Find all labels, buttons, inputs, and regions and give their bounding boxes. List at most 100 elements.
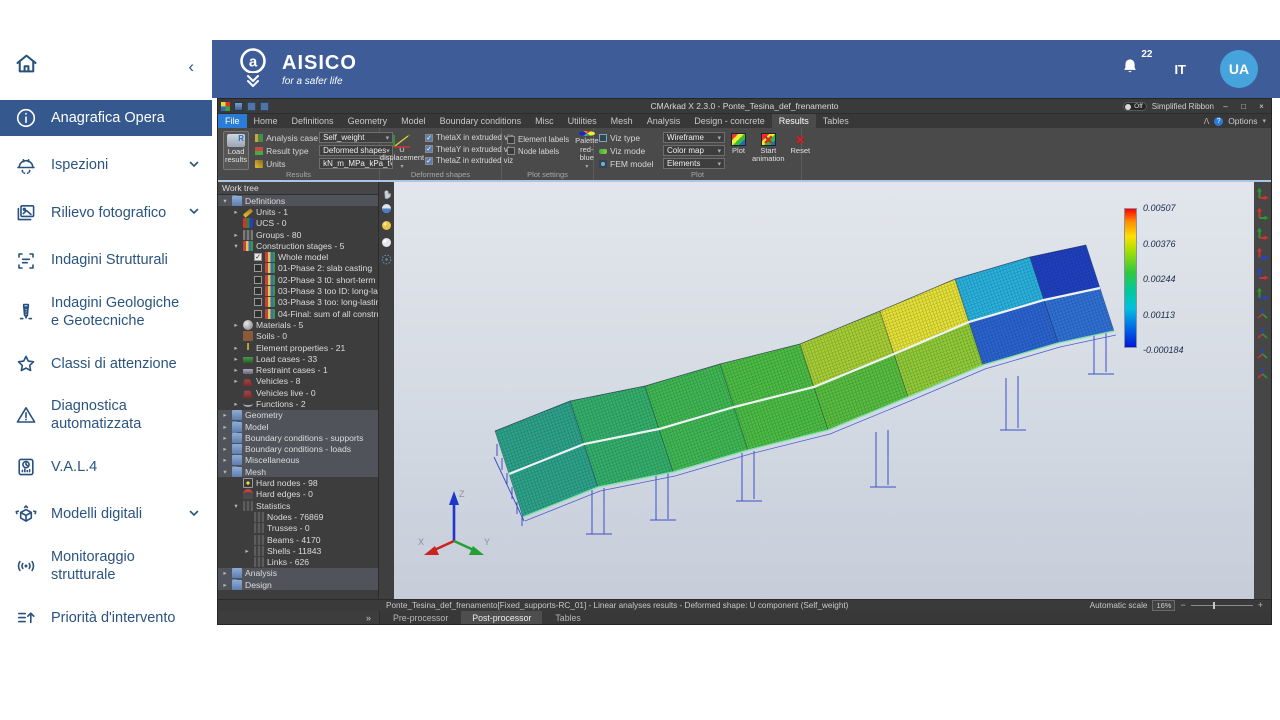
- plot-button[interactable]: Plot: [731, 131, 746, 170]
- sphere-icon[interactable]: [381, 237, 392, 248]
- chevron-down-icon[interactable]: [188, 204, 200, 222]
- sidebar-collapse-button[interactable]: ‹: [188, 57, 194, 77]
- view-plus-x-icon[interactable]: [1256, 187, 1269, 200]
- sidebar-item-monitoraggio-strutturale[interactable]: Monitoraggio strutturale: [0, 544, 212, 588]
- sidebar-item-priorit-d-intervento[interactable]: Priorità d'intervento: [0, 600, 212, 636]
- sidebar-item-anagrafica-opera[interactable]: Anagrafica Opera: [0, 100, 212, 136]
- scale-minus-button[interactable]: −: [1180, 601, 1185, 610]
- worktree-item[interactable]: ▸Vehicles - 8: [218, 376, 378, 387]
- tree-checkbox[interactable]: [254, 264, 262, 272]
- worktree-item[interactable]: ▸Load cases - 33: [218, 353, 378, 364]
- open-window-icon[interactable]: [260, 102, 269, 111]
- view-minus-z-icon[interactable]: [1256, 287, 1269, 300]
- view-minus-x-icon[interactable]: [1256, 207, 1269, 220]
- tree-checkbox[interactable]: [254, 287, 262, 295]
- sidebar-item-ispezioni[interactable]: Ispezioni: [0, 148, 212, 184]
- worktree-item[interactable]: ▸Analysis: [218, 568, 378, 579]
- view-iso-4-icon[interactable]: [1256, 367, 1269, 380]
- restore-button[interactable]: □: [1237, 101, 1250, 112]
- worktree-item[interactable]: 03-Phase 3 too: long-lasting loads: [218, 297, 378, 308]
- ribbon-tab-model[interactable]: Model: [394, 114, 433, 128]
- checkbox-thetaz-in-extruded-viz[interactable]: ✓ThetaZ in extruded viz: [425, 156, 514, 165]
- expand-icon[interactable]: ▸: [243, 547, 251, 555]
- scale-plus-button[interactable]: +: [1258, 601, 1263, 610]
- load-results-button[interactable]: Load results: [223, 131, 249, 170]
- worktree-item[interactable]: UCS - 0: [218, 218, 378, 229]
- bottom-tab-tables[interactable]: Tables: [544, 611, 591, 624]
- worktree-item[interactable]: ▸Miscellaneous: [218, 455, 378, 466]
- worktree-item[interactable]: ✓Whole model: [218, 251, 378, 262]
- worktree-item[interactable]: 03-Phase 3 too ID: long-lasting imp...: [218, 285, 378, 296]
- checkbox-box[interactable]: [507, 136, 515, 144]
- viewport-3d[interactable]: X Y Z 0.005070.003760.002440.00113-0.000…: [394, 182, 1254, 599]
- ribbon-tab-definitions[interactable]: Definitions: [285, 114, 341, 128]
- checkbox-thetax-in-extruded-viz[interactable]: ✓ThetaX in extruded viz: [425, 133, 514, 142]
- worktree-item[interactable]: ▾Mesh: [218, 466, 378, 477]
- worktree-item[interactable]: Beams - 4170: [218, 534, 378, 545]
- collapse-ribbon-icon[interactable]: ᐱ: [1204, 117, 1209, 126]
- field-value-dropdown[interactable]: Elements▾: [663, 158, 725, 169]
- checkbox-element-labels[interactable]: Element labels: [507, 135, 569, 144]
- expand-icon[interactable]: ▸: [221, 569, 229, 577]
- sidebar-item-v-a-l-4[interactable]: V.A.L.4: [0, 449, 212, 485]
- sidebar-item-indagini-geologiche-e-geotecniche[interactable]: Indagini Geologiche e Geotecniche: [0, 290, 212, 334]
- language-selector[interactable]: IT: [1174, 62, 1186, 77]
- ribbon-tab-boundary-conditions[interactable]: Boundary conditions: [433, 114, 529, 128]
- zoom-sphere-icon[interactable]: [381, 220, 392, 231]
- scale-slider-thumb[interactable]: [1213, 602, 1215, 609]
- worktree-item[interactable]: Vehicles live - 0: [218, 387, 378, 398]
- collapse-icon[interactable]: ▾: [232, 242, 240, 250]
- help-icon[interactable]: ?: [1214, 117, 1223, 126]
- reset-button[interactable]: Reset: [791, 131, 811, 170]
- ribbon-tab-mesh[interactable]: Mesh: [604, 114, 640, 128]
- ribbon-tab-home[interactable]: Home: [247, 114, 285, 128]
- start-animation-button[interactable]: Start animation: [752, 131, 785, 170]
- notifications-button[interactable]: 22: [1120, 56, 1140, 82]
- orbit-icon[interactable]: [381, 203, 392, 214]
- checkbox-box[interactable]: ✓: [425, 145, 433, 153]
- tree-checkbox[interactable]: [254, 298, 262, 306]
- view-minus-y-icon[interactable]: [1256, 247, 1269, 260]
- pan-hand-icon[interactable]: [381, 186, 392, 197]
- ribbon-tab-design-concrete[interactable]: Design - concrete: [687, 114, 772, 128]
- u-displacement-button[interactable]: U displacement ▾: [385, 131, 419, 170]
- chevron-down-icon[interactable]: [188, 157, 200, 175]
- ribbon-tab-file[interactable]: File: [218, 114, 247, 128]
- save-icon[interactable]: [234, 102, 243, 111]
- view-plus-y-icon[interactable]: [1256, 227, 1269, 240]
- worktree-item[interactable]: 02-Phase 3 t0: short-term loads: [218, 274, 378, 285]
- minimize-button[interactable]: –: [1219, 101, 1232, 112]
- sidebar-item-classi-di-attenzione[interactable]: Classi di attenzione: [0, 346, 212, 382]
- ribbon-tab-tables[interactable]: Tables: [816, 114, 856, 128]
- expand-icon[interactable]: ▸: [221, 411, 229, 419]
- ribbon-tab-analysis[interactable]: Analysis: [640, 114, 688, 128]
- expand-icon[interactable]: ▸: [232, 208, 240, 216]
- worktree-item[interactable]: ▸Restraint cases - 1: [218, 364, 378, 375]
- ribbon-tab-utilities[interactable]: Utilities: [561, 114, 604, 128]
- checkbox-box[interactable]: ✓: [425, 134, 433, 142]
- close-button[interactable]: ×: [1255, 101, 1268, 112]
- expand-icon[interactable]: ▸: [221, 423, 229, 431]
- collapse-icon[interactable]: ▾: [221, 468, 229, 476]
- tree-checkbox[interactable]: [254, 276, 262, 284]
- ribbon-tab-results[interactable]: Results: [772, 114, 816, 128]
- checkbox-thetay-in-extruded-viz[interactable]: ✓ThetaY in extruded viz: [425, 145, 514, 154]
- move-cross-icon[interactable]: [381, 254, 392, 265]
- checkbox-node-labels[interactable]: Node labels: [507, 147, 569, 156]
- expand-icon[interactable]: ▸: [232, 344, 240, 352]
- simplified-ribbon-toggle[interactable]: Off: [1123, 102, 1147, 111]
- worktree-item[interactable]: ▸Geometry: [218, 410, 378, 421]
- ribbon-tab-misc[interactable]: Misc: [528, 114, 561, 128]
- worktree-item[interactable]: ▸Groups - 80: [218, 229, 378, 240]
- worktree-item[interactable]: ▸Materials - 5: [218, 319, 378, 330]
- worktree-item[interactable]: Hard edges - 0: [218, 489, 378, 500]
- field-value-dropdown[interactable]: Color map▾: [663, 145, 725, 156]
- tree-checkbox[interactable]: [254, 310, 262, 318]
- worktree-item[interactable]: Hard nodes - 98: [218, 477, 378, 488]
- checkbox-box[interactable]: ✓: [425, 157, 433, 165]
- ribbon-tab-geometry[interactable]: Geometry: [341, 114, 395, 128]
- worktree-item[interactable]: Links - 626: [218, 557, 378, 568]
- worktree-item[interactable]: ▸Units - 1: [218, 206, 378, 217]
- expand-icon[interactable]: ▸: [232, 355, 240, 363]
- checkbox-box[interactable]: [507, 147, 515, 155]
